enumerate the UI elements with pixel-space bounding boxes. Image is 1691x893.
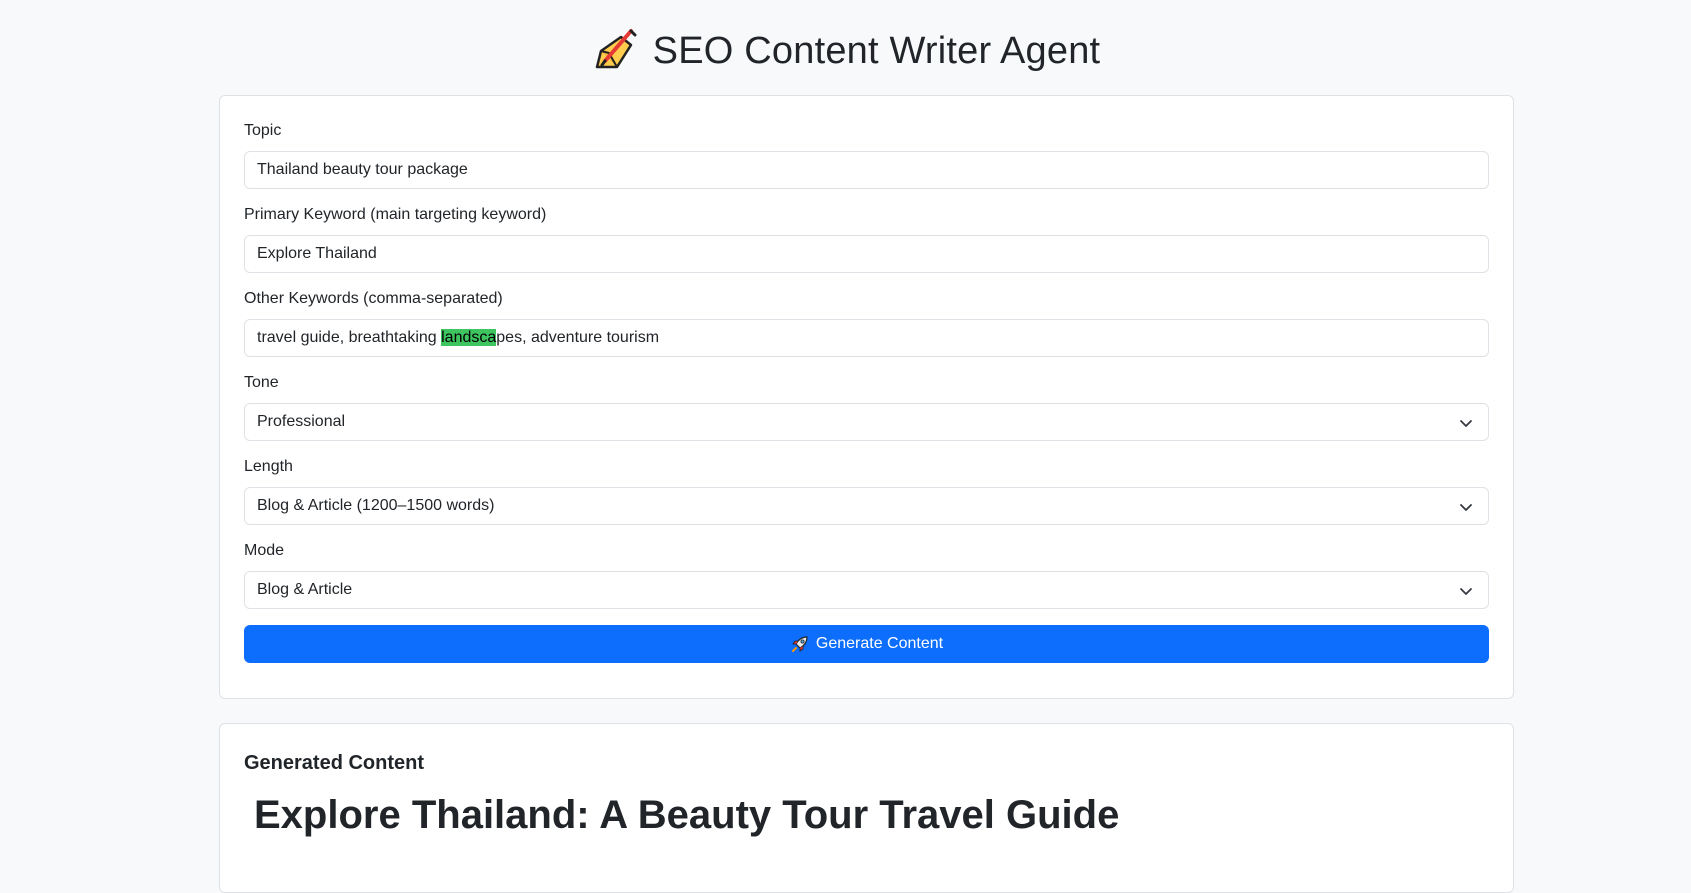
mode-field-group: Mode Blog & Article — [244, 541, 1489, 609]
primary-keyword-value: Explore Thailand — [257, 245, 377, 262]
length-select[interactable]: Blog & Article (1200–1500 words) — [244, 487, 1489, 525]
primary-keyword-field-group: Primary Keyword (main targeting keyword)… — [244, 205, 1489, 273]
generate-content-label: Generate Content — [815, 635, 944, 652]
tone-field-group: Tone Professional — [244, 373, 1489, 441]
article-title: Explore Thailand: A Beauty Tour Travel G… — [254, 793, 1120, 837]
page-header: SEO Content Writer Agent — [0, 22, 1691, 80]
generated-content-heading: Generated Content — [244, 752, 425, 774]
primary-keyword-label: Primary Keyword (main targeting keyword) — [244, 206, 547, 223]
mode-label: Mode — [244, 542, 285, 559]
mode-selected-value: Blog & Article — [257, 581, 353, 598]
topic-label: Topic — [244, 122, 282, 139]
page-title: SEO Content Writer Agent — [652, 29, 1101, 72]
content-form: Topic Thailand beauty tour package Prima… — [219, 95, 1514, 699]
other-keywords-text-after: pes, adventure tourism — [496, 329, 660, 346]
length-label: Length — [244, 458, 293, 475]
chevron-down-icon — [1460, 504, 1472, 511]
length-field-group: Length Blog & Article (1200–1500 words) — [244, 457, 1489, 525]
other-keywords-field-group: Other Keywords (comma-separated) travel … — [244, 289, 1489, 357]
length-selected-value: Blog & Article (1200–1500 words) — [257, 497, 495, 514]
tone-selected-value: Professional — [257, 413, 346, 430]
primary-keyword-input[interactable]: Explore Thailand — [244, 235, 1489, 273]
other-keywords-input[interactable]: travel guide, breathtaking landscapes, a… — [244, 319, 1489, 357]
other-keywords-label: Other Keywords (comma-separated) — [244, 290, 503, 307]
topic-input[interactable]: Thailand beauty tour package — [244, 151, 1489, 189]
rocket-icon — [791, 636, 808, 652]
tone-select[interactable]: Professional — [244, 403, 1489, 441]
chevron-down-icon — [1460, 420, 1472, 427]
generate-content-button[interactable]: Generate Content — [244, 625, 1489, 663]
writing-hand-icon — [591, 27, 639, 75]
topic-value: Thailand beauty tour package — [257, 161, 468, 178]
generated-content-panel: Generated Content Explore Thailand: A Be… — [219, 723, 1514, 893]
chevron-down-icon — [1460, 588, 1472, 595]
other-keywords-text-before: travel guide, breathtaking — [257, 329, 442, 346]
other-keywords-value: travel guide, breathtaking landscapes, a… — [257, 329, 659, 347]
topic-field-group: Topic Thailand beauty tour package — [244, 121, 1489, 189]
tone-label: Tone — [244, 374, 279, 391]
mode-select[interactable]: Blog & Article — [244, 571, 1489, 609]
text-selection: landsca — [441, 329, 497, 346]
